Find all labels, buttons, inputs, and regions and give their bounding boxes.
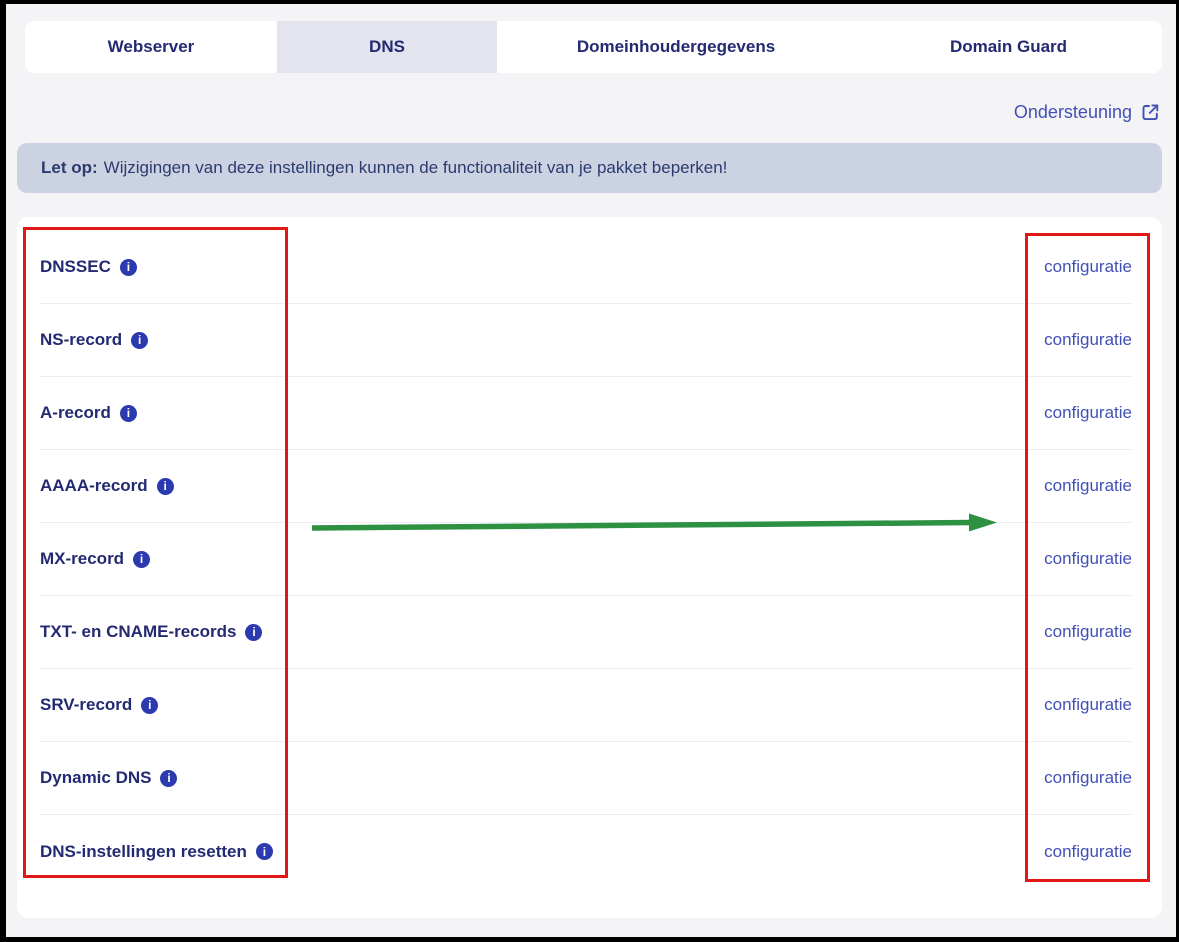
info-icon[interactable]: i (160, 770, 177, 787)
info-icon[interactable]: i (120, 259, 137, 276)
setting-label: A-record (40, 403, 111, 423)
setting-label: TXT- en CNAME-records (40, 622, 236, 642)
settings-row: AAAA-record i configuratie (40, 450, 1132, 523)
configuratie-link[interactable]: configuratie (1044, 257, 1132, 277)
setting-label: DNSSEC (40, 257, 111, 277)
configuratie-link[interactable]: configuratie (1044, 476, 1132, 496)
dns-settings-page: Webserver DNS Domeinhoudergegevens Domain G… (6, 4, 1176, 937)
settings-row: Dynamic DNS i configuratie (40, 742, 1132, 815)
settings-row: MX-record i configuratie (40, 523, 1132, 596)
settings-row: DNSSEC i configuratie (40, 231, 1132, 304)
settings-row: A-record i configuratie (40, 377, 1132, 450)
configuratie-link[interactable]: configuratie (1044, 695, 1132, 715)
configuratie-link[interactable]: configuratie (1044, 768, 1132, 788)
warning-banner-text: Wijzigingen van deze instellingen kunnen… (104, 158, 728, 178)
support-link[interactable]: Ondersteuning (1014, 102, 1160, 123)
tab-label: Domain Guard (950, 37, 1067, 57)
setting-label: MX-record (40, 549, 124, 569)
tab-dns[interactable]: DNS (277, 21, 497, 73)
dns-settings-card: DNSSEC i configuratie NS-record i configurati… (17, 217, 1162, 918)
support-row: Ondersteuning (6, 100, 1176, 124)
external-link-icon (1141, 103, 1160, 122)
tab-domeinhoudergegevens[interactable]: Domeinhoudergegevens (497, 21, 855, 73)
tab-label: DNS (369, 37, 405, 57)
info-icon[interactable]: i (120, 405, 137, 422)
settings-row: DNS-instellingen resetten i configuratie (40, 815, 1132, 888)
info-icon[interactable]: i (157, 478, 174, 495)
info-icon[interactable]: i (141, 697, 158, 714)
info-icon[interactable]: i (131, 332, 148, 349)
tab-domain-guard[interactable]: Domain Guard (855, 21, 1162, 73)
tab-webserver[interactable]: Webserver (25, 21, 277, 73)
settings-row: NS-record i configuratie (40, 304, 1132, 377)
setting-label: AAAA-record (40, 476, 148, 496)
warning-banner-prefix: Let op: (41, 158, 98, 178)
configuratie-link[interactable]: configuratie (1044, 842, 1132, 862)
setting-label: Dynamic DNS (40, 768, 151, 788)
configuratie-link[interactable]: configuratie (1044, 403, 1132, 423)
screenshot-frame: Webserver DNS Domeinhoudergegevens Domain G… (0, 0, 1179, 942)
configuratie-link[interactable]: configuratie (1044, 549, 1132, 569)
settings-row: SRV-record i configuratie (40, 669, 1132, 742)
warning-banner: Let op: Wijzigingen van deze instellinge… (17, 143, 1162, 193)
tab-label: Domeinhoudergegevens (577, 37, 775, 57)
setting-label: NS-record (40, 330, 122, 350)
tab-label: Webserver (108, 37, 195, 57)
setting-label: SRV-record (40, 695, 132, 715)
info-icon[interactable]: i (133, 551, 150, 568)
info-icon[interactable]: i (245, 624, 262, 641)
support-link-label: Ondersteuning (1014, 102, 1132, 123)
settings-row: TXT- en CNAME-records i configuratie (40, 596, 1132, 669)
tab-bar: Webserver DNS Domeinhoudergegevens Domain G… (25, 21, 1162, 73)
configuratie-link[interactable]: configuratie (1044, 622, 1132, 642)
setting-label: DNS-instellingen resetten (40, 842, 247, 862)
info-icon[interactable]: i (256, 843, 273, 860)
configuratie-link[interactable]: configuratie (1044, 330, 1132, 350)
